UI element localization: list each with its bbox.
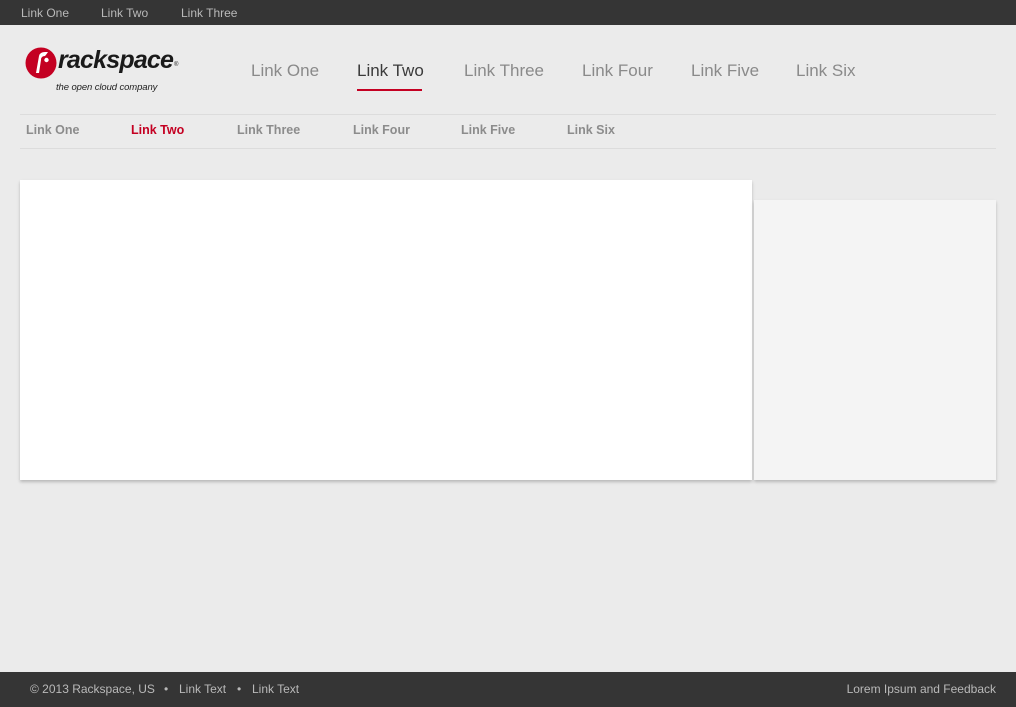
footer-separator: • [164, 682, 169, 696]
footer-copyright: © 2013 Rackspace, US [30, 682, 155, 696]
sub-nav-link-one[interactable]: Link One [26, 123, 79, 138]
rackspace-logo-icon [25, 47, 57, 79]
main-nav-link-four[interactable]: Link Four [582, 60, 653, 82]
sub-nav-link-two[interactable]: Link Two [131, 123, 184, 138]
logo-tagline: the open cloud company [56, 82, 158, 93]
top-link-two[interactable]: Link Two [101, 6, 148, 20]
main-content-panel [20, 180, 752, 480]
sub-nav-link-four[interactable]: Link Four [353, 123, 410, 138]
main-nav-link-two[interactable]: Link Two [357, 60, 424, 82]
footer-link-text-two[interactable]: Link Text [252, 682, 299, 696]
main-nav-link-five[interactable]: Link Five [691, 60, 759, 82]
page-footer: © 2013 Rackspace, US • Link Text • Link … [0, 672, 1016, 707]
top-link-three[interactable]: Link Three [181, 6, 237, 20]
main-nav-link-one[interactable]: Link One [251, 60, 319, 82]
footer-link-text-one[interactable]: Link Text [179, 682, 226, 696]
top-utility-bar: Link One Link Two Link Three [0, 0, 1016, 25]
footer-feedback-link[interactable]: Lorem Ipsum and Feedback [847, 682, 996, 696]
main-nav-link-three[interactable]: Link Three [464, 60, 544, 82]
sub-nav-bottom-divider [20, 148, 996, 149]
main-nav-active-indicator [357, 89, 422, 91]
top-link-one[interactable]: Link One [21, 6, 69, 20]
footer-separator: • [237, 682, 242, 696]
main-nav-link-six[interactable]: Link Six [796, 60, 856, 82]
sub-nav-link-three[interactable]: Link Three [237, 123, 300, 138]
logo-registered-mark: ® [174, 62, 179, 68]
sidebar-panel [754, 200, 996, 480]
sub-nav-link-six[interactable]: Link Six [567, 123, 615, 138]
sub-nav-link-five[interactable]: Link Five [461, 123, 515, 138]
rackspace-logo[interactable]: rackspace ® the open cloud company [24, 46, 184, 96]
logo-wordmark: rackspace [58, 46, 174, 74]
sub-nav-top-divider [20, 114, 996, 115]
